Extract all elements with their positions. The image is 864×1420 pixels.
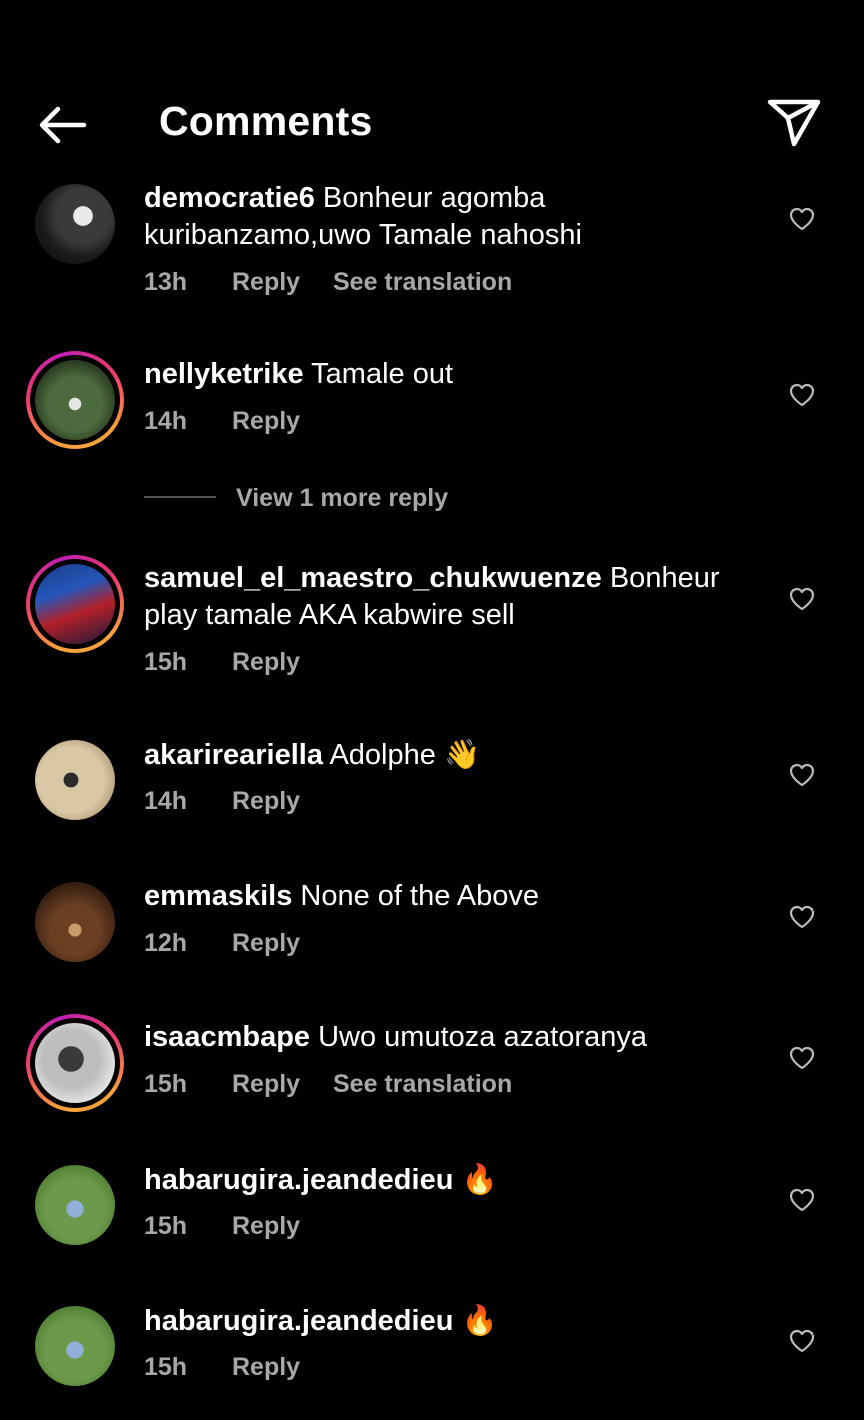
comments-header: Comments	[0, 0, 864, 170]
comment-body: None of the Above	[300, 880, 540, 912]
comment-meta: 13h Reply See translation	[144, 268, 512, 297]
comment-meta: 14h Reply	[144, 787, 333, 816]
reply-button[interactable]: Reply	[232, 1212, 333, 1241]
comment-time: 15h	[144, 1353, 188, 1381]
comment-text: emmaskils None of the Above	[144, 878, 754, 915]
see-translation-button[interactable]: See translation	[333, 268, 512, 297]
avatar[interactable]	[26, 351, 124, 449]
comment-username[interactable]: isaacmbape	[144, 1021, 310, 1053]
reply-button[interactable]: Reply	[232, 787, 333, 816]
comment-body: Tamale out	[311, 358, 454, 390]
avatar[interactable]	[35, 1306, 115, 1386]
avatar-image	[35, 882, 115, 962]
comment-text: nellyketrike Tamale out	[144, 356, 754, 393]
heart-icon[interactable]	[789, 1188, 815, 1212]
arrow-left-icon	[39, 106, 87, 144]
comment-body: Uwo umutoza azatoranya	[318, 1021, 647, 1053]
share-button[interactable]	[766, 98, 822, 148]
reply-button[interactable]: Reply	[232, 1353, 333, 1382]
comment-meta: 15h Reply See translation	[144, 1070, 512, 1099]
comment-body: Adolphe	[329, 739, 436, 771]
heart-icon[interactable]	[789, 383, 815, 407]
avatar-image	[35, 360, 115, 440]
avatar[interactable]	[35, 184, 115, 264]
comment-time: 15h	[144, 1070, 188, 1098]
comment-text: isaacmbape Uwo umutoza azatoranya	[144, 1019, 754, 1056]
send-icon	[767, 99, 821, 147]
comment-time: 14h	[144, 787, 188, 815]
comment-text: akarireariella Adolphe 👋	[144, 736, 754, 774]
reply-button[interactable]: Reply	[232, 929, 333, 958]
comment-username[interactable]: akarireariella	[144, 739, 323, 771]
comment-meta: 15h Reply	[144, 1212, 333, 1241]
comment-time: 15h	[144, 1212, 188, 1240]
heart-icon[interactable]	[789, 207, 815, 231]
avatar[interactable]	[26, 1014, 124, 1112]
fire-emoji: 🔥	[461, 1303, 498, 1337]
back-button[interactable]	[34, 102, 90, 148]
comment-meta: 14h Reply	[144, 407, 333, 436]
comment-username[interactable]: habarugira.jeandedieu	[144, 1164, 453, 1196]
avatar-image	[35, 1023, 115, 1103]
heart-icon[interactable]	[789, 905, 815, 929]
comment-username[interactable]: samuel_el_maestro_chukwuenze	[144, 562, 602, 594]
comment-text: habarugira.jeandedieu 🔥	[144, 1161, 754, 1199]
reply-button[interactable]: Reply	[232, 268, 333, 297]
reply-button[interactable]: Reply	[232, 648, 333, 677]
comment-text: habarugira.jeandedieu 🔥	[144, 1302, 754, 1340]
avatar-image	[35, 1306, 115, 1386]
comment-text: democratie6 Bonheur agomba kuribanzamo,u…	[144, 180, 754, 254]
comment-text: samuel_el_maestro_chukwuenze Bonheur pla…	[144, 560, 754, 634]
avatar-image	[35, 740, 115, 820]
reply-button[interactable]: Reply	[232, 1070, 333, 1099]
comment-meta: 15h Reply	[144, 648, 333, 677]
avatar-image	[35, 1165, 115, 1245]
comment-meta: 15h Reply	[144, 1353, 333, 1382]
reply-button[interactable]: Reply	[232, 407, 333, 436]
waving-hand-emoji: 👋	[443, 737, 481, 771]
comment-username[interactable]: nellyketrike	[144, 358, 304, 390]
see-translation-button[interactable]: See translation	[333, 1070, 512, 1099]
comment-time: 15h	[144, 648, 188, 676]
comment-meta: 12h Reply	[144, 929, 333, 958]
view-more-replies-label[interactable]: View 1 more reply	[236, 484, 448, 513]
fire-emoji: 🔥	[461, 1162, 498, 1196]
heart-icon[interactable]	[789, 763, 815, 787]
avatar[interactable]	[35, 740, 115, 820]
avatar[interactable]	[35, 882, 115, 962]
heart-icon[interactable]	[789, 1329, 815, 1353]
comment-username[interactable]: habarugira.jeandedieu	[144, 1305, 453, 1337]
comment-username[interactable]: emmaskils	[144, 880, 292, 912]
page-title: Comments	[159, 98, 373, 144]
comment-username[interactable]: democratie6	[144, 182, 315, 214]
comment-time: 13h	[144, 268, 188, 296]
avatar-image	[35, 564, 115, 644]
avatar-image	[35, 184, 115, 264]
comment-time: 14h	[144, 407, 188, 435]
avatar[interactable]	[26, 555, 124, 653]
comment-time: 12h	[144, 929, 188, 957]
heart-icon[interactable]	[789, 587, 815, 611]
heart-icon[interactable]	[789, 1046, 815, 1070]
divider-line	[144, 496, 216, 498]
avatar[interactable]	[35, 1165, 115, 1245]
